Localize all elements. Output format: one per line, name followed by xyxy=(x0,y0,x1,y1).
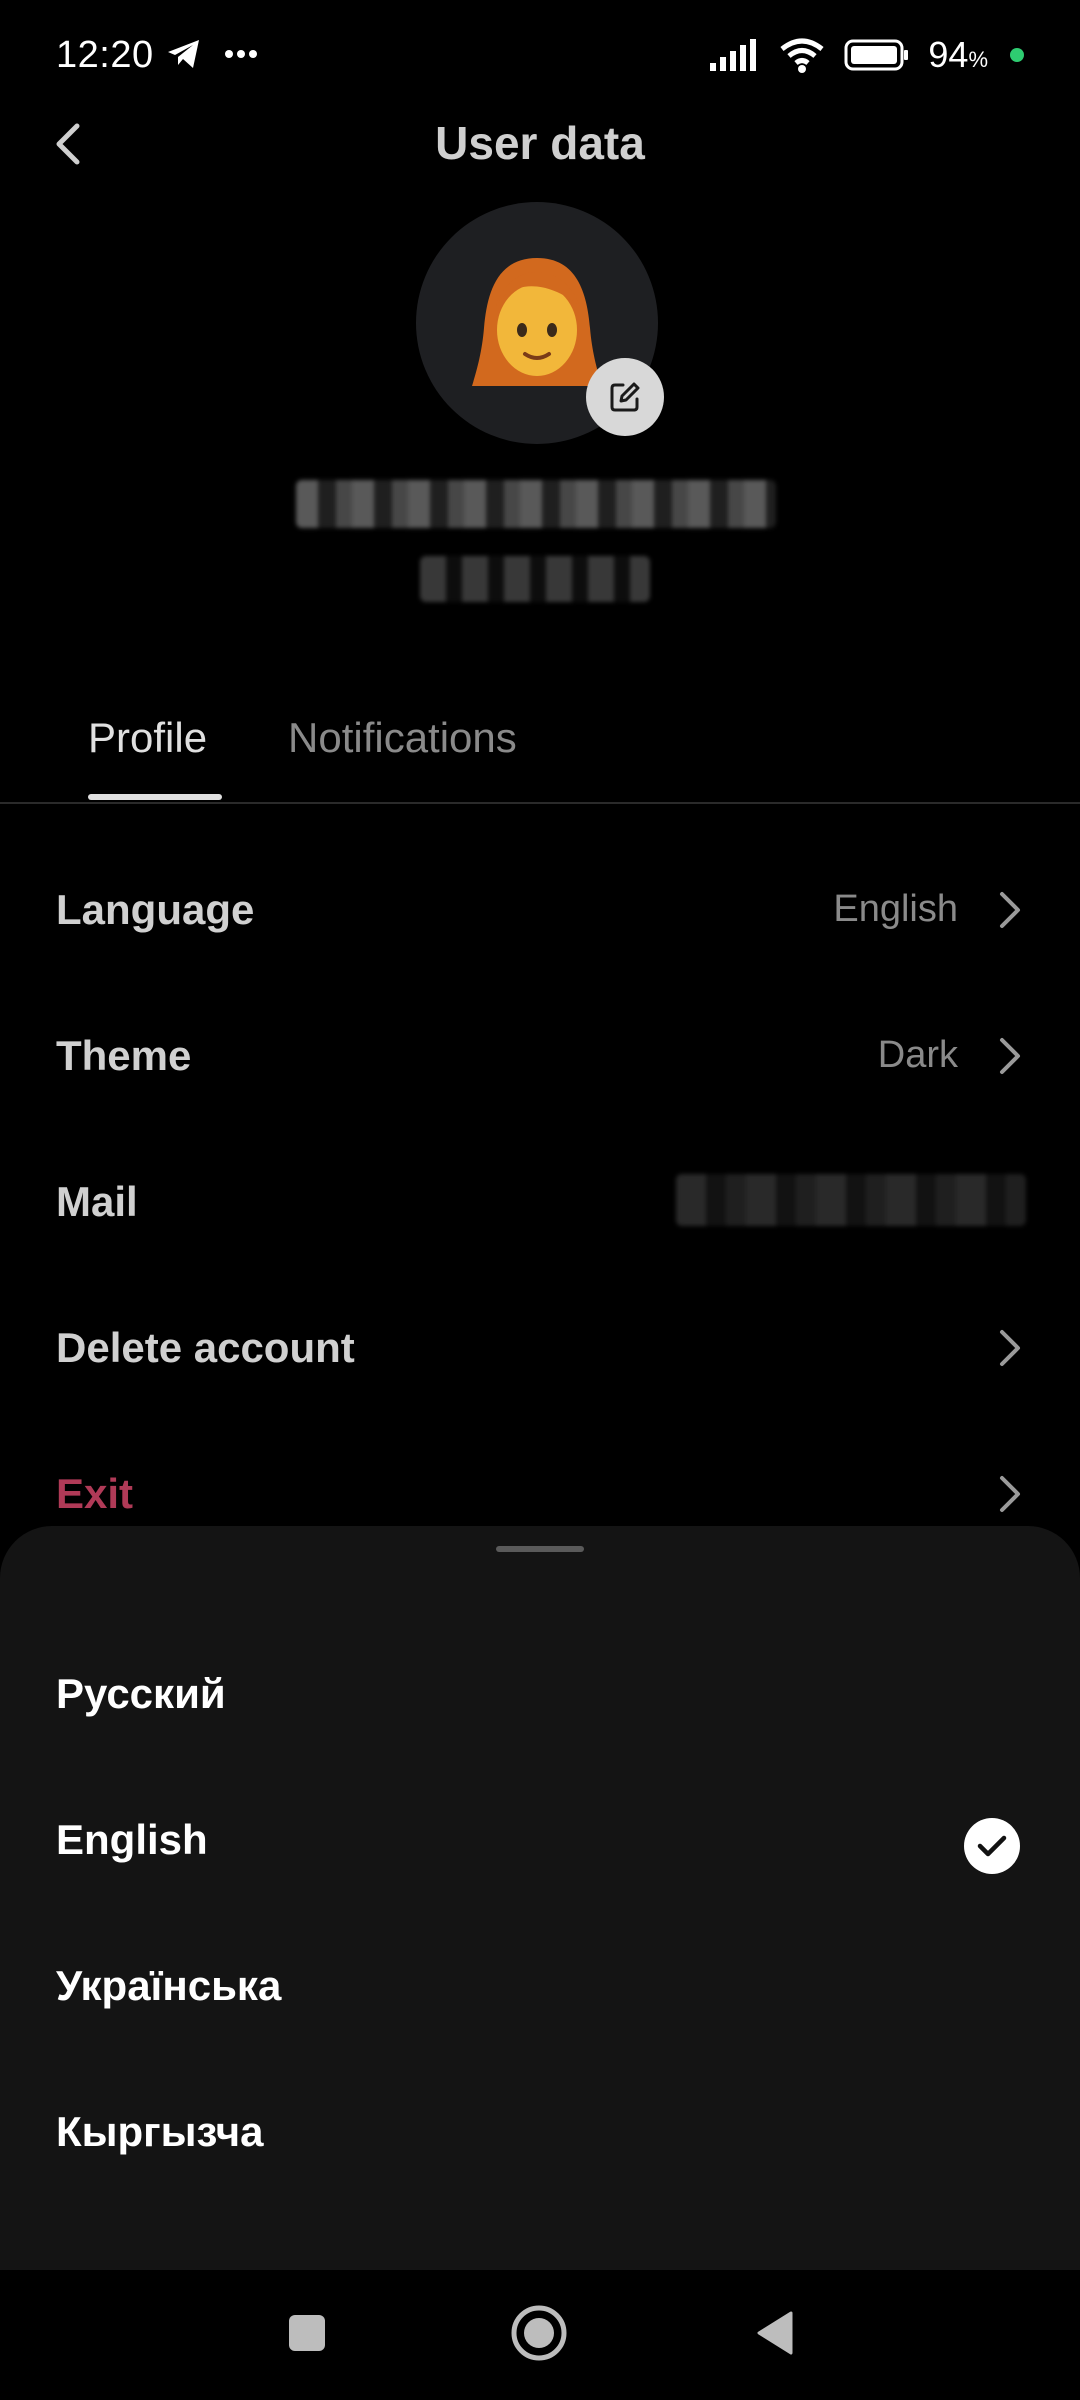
more-dots-icon xyxy=(225,50,257,58)
status-time: 12:20 xyxy=(56,34,154,76)
setting-mail-label: Mail xyxy=(56,1178,138,1225)
tab-profile[interactable]: Profile xyxy=(88,714,207,762)
telegram-icon xyxy=(168,40,199,68)
edit-icon xyxy=(610,382,640,412)
setting-delete-account-label: Delete account xyxy=(56,1324,355,1371)
user-name-redacted xyxy=(296,480,776,528)
setting-language[interactable]: Language English xyxy=(0,860,1080,960)
setting-theme-label: Theme xyxy=(56,1032,192,1079)
woman-red-hair-emoji-icon xyxy=(472,258,602,386)
active-tab-indicator xyxy=(88,794,222,800)
language-option-label: Українська xyxy=(56,1962,282,2009)
chevron-right-icon xyxy=(1000,1476,1020,1512)
setting-delete-account[interactable]: Delete account xyxy=(0,1298,1080,1398)
language-option-english[interactable]: English xyxy=(0,1784,1080,1904)
wifi-icon xyxy=(780,38,824,73)
language-bottom-sheet: Русский English Українська Кыргызча xyxy=(0,1526,1080,2270)
tab-bar: Profile Notifications xyxy=(0,700,1080,804)
nav-recents-button[interactable] xyxy=(272,2298,342,2368)
chevron-right-icon xyxy=(1000,1038,1020,1074)
language-option-ukrainian[interactable]: Українська xyxy=(0,1930,1080,2050)
setting-language-value: English xyxy=(833,888,958,930)
status-left-icons xyxy=(166,38,258,70)
status-right: 94% xyxy=(710,34,1024,76)
setting-theme-value: Dark xyxy=(877,1034,958,1076)
language-option-kyrgyz[interactable]: Кыргызча xyxy=(0,2076,1080,2196)
setting-theme[interactable]: Theme Dark xyxy=(0,1006,1080,1106)
mail-value-redacted xyxy=(676,1174,1026,1226)
user-id-redacted xyxy=(420,556,650,602)
language-option-label: English xyxy=(56,1816,208,1863)
chevron-right-icon xyxy=(1000,892,1020,928)
avatar-edit-button[interactable] xyxy=(586,358,664,436)
language-option-label: Кыргызча xyxy=(56,2108,264,2155)
battery-percent: 94% xyxy=(928,34,988,75)
square-icon xyxy=(289,2315,325,2351)
setting-exit-label: Exit xyxy=(56,1470,134,1517)
tab-notifications[interactable]: Notifications xyxy=(288,714,517,762)
chevron-right-icon xyxy=(1000,1330,1020,1366)
sheet-drag-handle[interactable] xyxy=(496,1546,584,1552)
language-option-label: Русский xyxy=(56,1670,226,1717)
system-nav-bar xyxy=(0,2270,1080,2400)
language-option-russian[interactable]: Русский xyxy=(0,1638,1080,1758)
status-bar: 12:20 94% xyxy=(0,0,1080,110)
battery-icon xyxy=(844,39,909,71)
signal-icon xyxy=(710,39,757,71)
nav-home-button[interactable] xyxy=(504,2298,574,2368)
nav-back-button[interactable] xyxy=(740,2298,810,2368)
page-title: User data xyxy=(435,117,645,169)
online-dot xyxy=(1010,48,1024,62)
setting-language-label: Language xyxy=(56,886,255,933)
circle-home-icon xyxy=(511,2305,567,2361)
triangle-back-icon xyxy=(757,2311,793,2355)
selected-check-icon xyxy=(964,1818,1020,1874)
